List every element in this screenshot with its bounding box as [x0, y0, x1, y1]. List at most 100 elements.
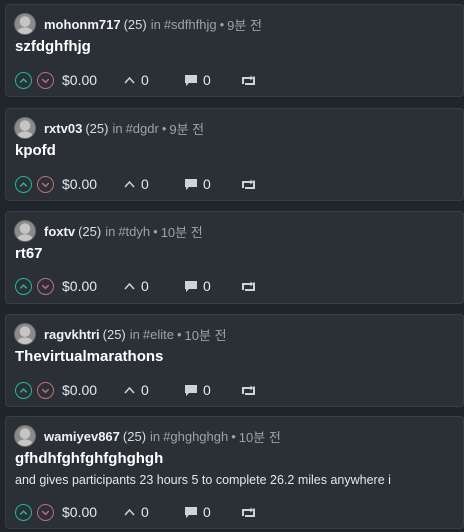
- downvote-button[interactable]: [37, 381, 54, 399]
- post-title[interactable]: Thevirtualmarathons: [15, 348, 163, 365]
- in-label: in: [105, 223, 116, 239]
- comments-button[interactable]: 0: [184, 504, 241, 520]
- post-time: 10분 전: [160, 224, 203, 240]
- payout-value[interactable]: $0.00: [62, 382, 117, 398]
- meta-separator: •: [153, 223, 158, 239]
- comment-count: 0: [203, 278, 211, 294]
- avatar[interactable]: [14, 220, 36, 242]
- in-label: in: [112, 120, 123, 136]
- upvote-button[interactable]: [15, 381, 32, 399]
- comments-button[interactable]: 0: [184, 278, 241, 294]
- upvote-button[interactable]: [15, 175, 32, 193]
- caret-up-icon: [124, 76, 135, 84]
- in-label: in: [150, 16, 161, 32]
- voters-button[interactable]: 0: [124, 72, 184, 88]
- comments-button[interactable]: 0: [184, 72, 241, 88]
- meta-separator: •: [176, 326, 182, 342]
- reblog-button[interactable]: [241, 384, 256, 396]
- reblog-button[interactable]: [241, 74, 256, 86]
- chevron-down-icon: [41, 182, 50, 187]
- vote-count: 0: [141, 278, 149, 294]
- reblog-button[interactable]: [241, 280, 256, 292]
- reblog-icon: [242, 281, 255, 291]
- downvote-button[interactable]: [37, 277, 54, 295]
- post-card[interactable]: wamiyev867 (25) in #ghghghgh • 10분 전 gfh…: [5, 416, 464, 529]
- community-tag[interactable]: #elite: [143, 327, 174, 342]
- comment-count: 0: [203, 72, 211, 88]
- reblog-icon: [242, 75, 255, 85]
- chevron-up-icon: [19, 181, 28, 187]
- meta-separator: •: [231, 428, 236, 444]
- avatar[interactable]: [14, 13, 36, 35]
- community-tag[interactable]: #ghghghgh: [163, 429, 228, 444]
- chevron-up-icon: [19, 387, 28, 393]
- author-name[interactable]: wamiyev867: [44, 429, 120, 444]
- post-header: wamiyev867 (25) in #ghghghgh • 10분 전: [14, 424, 281, 448]
- caret-up-icon: [124, 282, 135, 290]
- voters-button[interactable]: 0: [124, 278, 184, 294]
- voters-button[interactable]: 0: [124, 382, 184, 398]
- post-card[interactable]: foxtv (25) in #tdyh • 10분 전 rt67 $0.00 0…: [5, 211, 464, 304]
- author-name[interactable]: rxtv03: [44, 121, 82, 136]
- chevron-up-icon: [19, 509, 28, 515]
- post-card[interactable]: mohonm717 (25) in #sdfhfhjg • 9분 전 szfdg…: [5, 4, 464, 97]
- comments-button[interactable]: 0: [184, 382, 241, 398]
- post-time: 10분 전: [238, 429, 281, 445]
- comments-button[interactable]: 0: [184, 176, 241, 192]
- post-header: mohonm717 (25) in #sdfhfhjg • 9분 전: [14, 12, 262, 36]
- payout-value[interactable]: $0.00: [62, 278, 117, 294]
- author-reputation: (25): [102, 326, 126, 342]
- author-reputation: (25): [123, 16, 147, 32]
- upvote-button[interactable]: [15, 503, 32, 521]
- chevron-up-icon: [19, 77, 28, 83]
- reblog-button[interactable]: [241, 506, 256, 518]
- comment-count: 0: [203, 504, 211, 520]
- post-title[interactable]: gfhdhfghfghfghghgh: [15, 450, 163, 467]
- downvote-button[interactable]: [37, 503, 54, 521]
- comment-icon: [185, 178, 197, 190]
- author-reputation: (25): [78, 223, 102, 239]
- post-title[interactable]: szfdghfhjg: [15, 38, 91, 55]
- post-card[interactable]: rxtv03 (25) in #dgdr • 9분 전 kpofd $0.00 …: [5, 108, 464, 201]
- post-card[interactable]: ragvkhtri (25) in #elite • 10분 전 Thevirt…: [5, 314, 464, 407]
- downvote-button[interactable]: [37, 71, 54, 89]
- comment-icon: [185, 384, 197, 396]
- voters-button[interactable]: 0: [124, 176, 184, 192]
- avatar[interactable]: [14, 425, 36, 447]
- comment-count: 0: [203, 382, 211, 398]
- voters-button[interactable]: 0: [124, 504, 184, 520]
- caret-up-icon: [124, 180, 135, 188]
- chevron-down-icon: [41, 510, 50, 515]
- upvote-button[interactable]: [15, 277, 32, 295]
- avatar[interactable]: [14, 323, 36, 345]
- avatar[interactable]: [14, 117, 36, 139]
- author-reputation: (25): [85, 120, 109, 136]
- community-tag[interactable]: #dgdr: [126, 121, 159, 136]
- reblog-icon: [242, 179, 255, 189]
- payout-value[interactable]: $0.00: [62, 72, 117, 88]
- post-time: 9분 전: [227, 17, 262, 33]
- post-header: rxtv03 (25) in #dgdr • 9분 전: [14, 116, 204, 140]
- comment-icon: [185, 280, 197, 292]
- author-name[interactable]: mohonm717: [44, 17, 121, 32]
- payout-value[interactable]: $0.00: [62, 504, 117, 520]
- vote-count: 0: [141, 504, 149, 520]
- vote-count: 0: [141, 72, 149, 88]
- downvote-button[interactable]: [37, 175, 54, 193]
- author-name[interactable]: foxtv: [44, 224, 75, 239]
- reblog-button[interactable]: [241, 178, 256, 190]
- comment-icon: [185, 506, 197, 518]
- vote-count: 0: [141, 176, 149, 192]
- community-tag[interactable]: #tdyh: [118, 224, 150, 239]
- community-tag[interactable]: #sdfhfhjg: [164, 17, 217, 32]
- post-excerpt[interactable]: and gives participants 23 hours 5 to com…: [15, 473, 391, 487]
- post-time: 9분 전: [169, 121, 205, 137]
- in-label: in: [150, 428, 161, 444]
- upvote-button[interactable]: [15, 71, 32, 89]
- author-name[interactable]: ragvkhtri: [44, 327, 100, 342]
- chevron-down-icon: [41, 78, 50, 83]
- meta-separator: •: [219, 16, 225, 32]
- payout-value[interactable]: $0.00: [62, 176, 117, 192]
- post-title[interactable]: kpofd: [15, 142, 56, 159]
- post-title[interactable]: rt67: [15, 245, 43, 262]
